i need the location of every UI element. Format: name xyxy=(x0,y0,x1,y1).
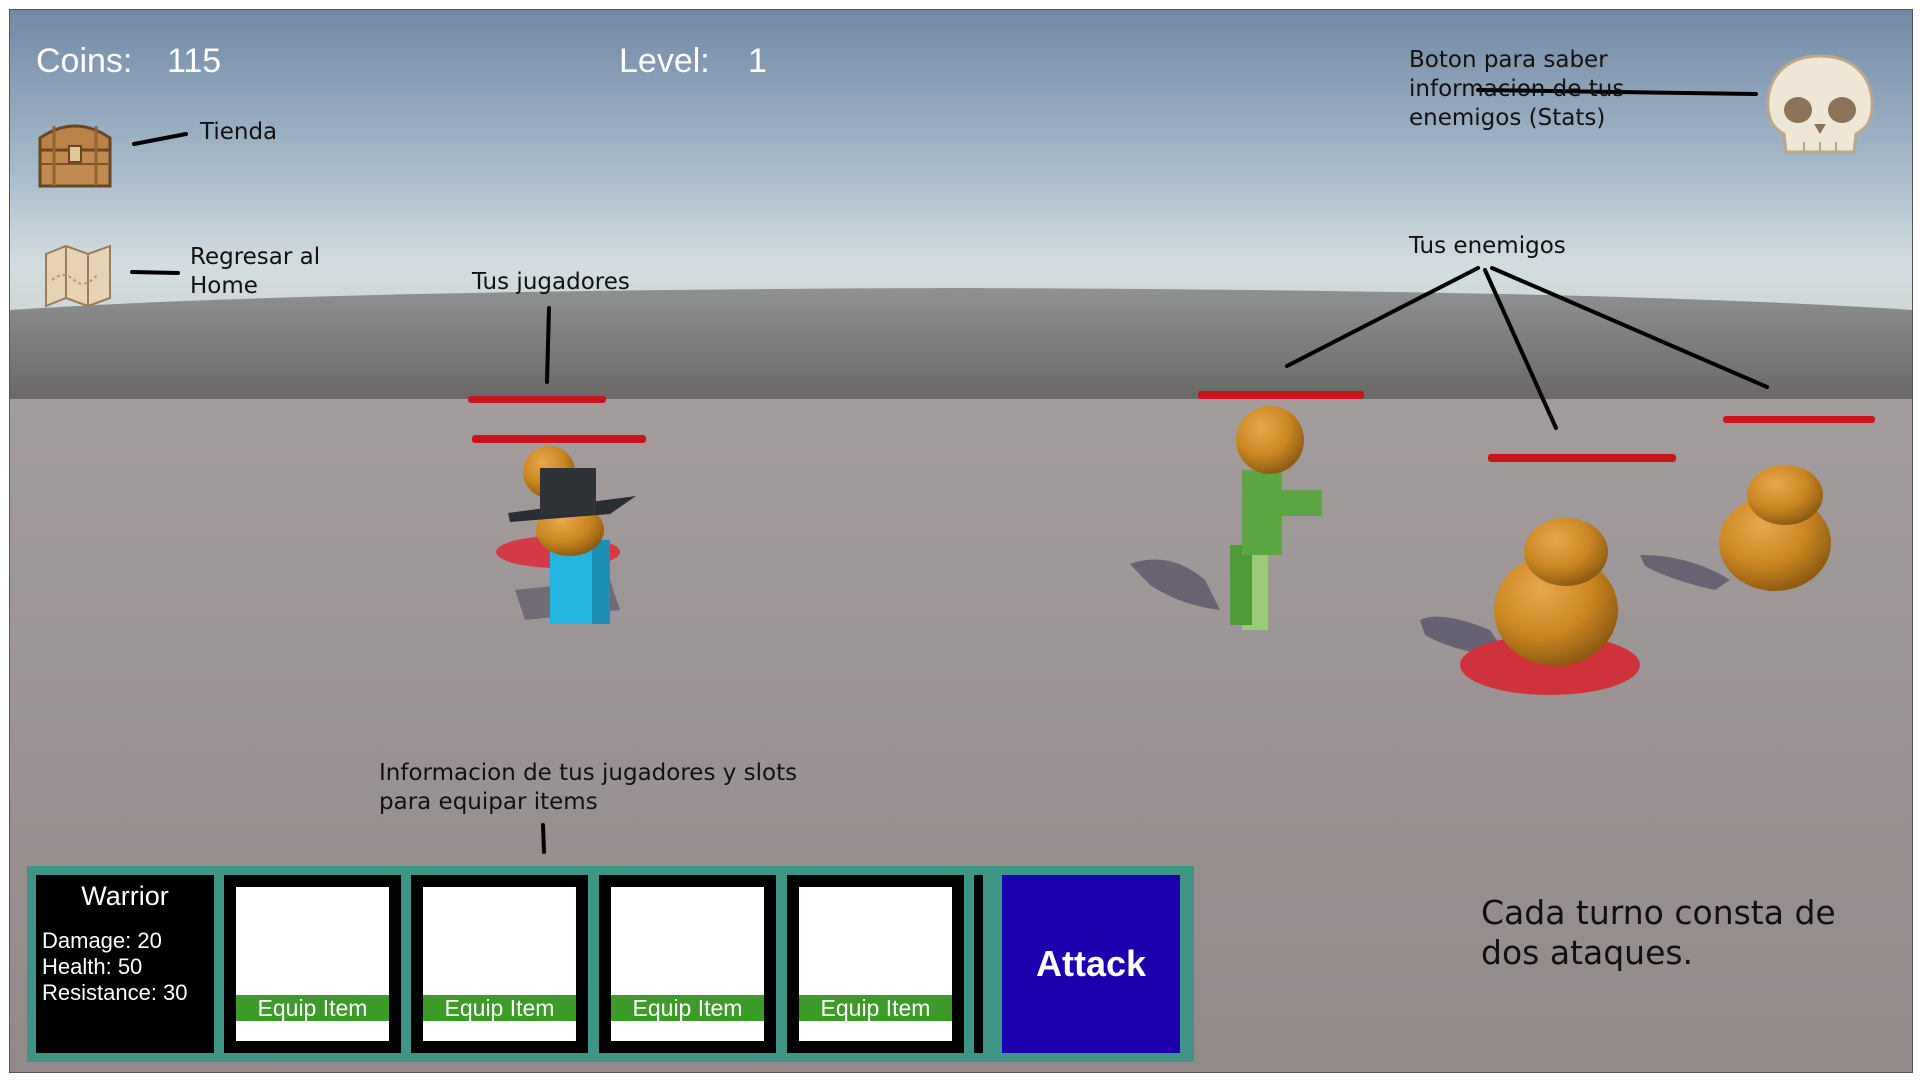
home-annotation: Regresar al Home xyxy=(190,244,321,299)
equip-item-button[interactable]: Equip Item xyxy=(611,995,764,1021)
panel-divider xyxy=(974,875,983,1053)
player-resistance: Resistance: 30 xyxy=(42,980,188,1005)
level-label: Level: xyxy=(619,42,710,80)
enemy-health-bar xyxy=(1723,416,1875,423)
coins-label: Coins: xyxy=(36,42,133,80)
enemies-annotation: Tus enemigos xyxy=(1409,233,1566,259)
item-slot[interactable]: Equip Item xyxy=(224,875,401,1053)
equip-item-button[interactable]: Equip Item xyxy=(236,995,389,1021)
player-health: Health: 50 xyxy=(42,954,143,979)
player-panel: Warrior Damage: 20 Health: 50 Resistance… xyxy=(27,866,1194,1062)
map-icon xyxy=(45,244,111,308)
item-slot[interactable]: Equip Item xyxy=(787,875,964,1053)
player-health-bar xyxy=(468,396,606,403)
equip-item-button[interactable]: Equip Item xyxy=(799,995,952,1021)
item-slot[interactable]: Equip Item xyxy=(411,875,588,1053)
shop-button[interactable] xyxy=(34,116,116,192)
treasure-chest-icon xyxy=(38,124,112,188)
level-value: 1 xyxy=(748,42,767,80)
skull-icon xyxy=(1766,54,1874,154)
player-info-card: Warrior Damage: 20 Health: 50 Resistance… xyxy=(36,875,214,1053)
game-viewport: Coins: 115 Level: 1 Tienda Regresar al H… xyxy=(9,9,1913,1073)
player-damage: Damage: 20 xyxy=(42,928,162,953)
item-slot[interactable]: Equip Item xyxy=(599,875,776,1053)
enemy-health-bar xyxy=(1488,454,1676,462)
coins-value: 115 xyxy=(167,42,222,80)
enemy-stats-button[interactable] xyxy=(1762,52,1878,158)
stats-annotation: Boton para saber informacion de tus enem… xyxy=(1409,47,1625,131)
player-class-name: Warrior xyxy=(81,881,169,911)
attack-button[interactable]: Attack xyxy=(1002,875,1180,1053)
player-health-bar xyxy=(472,435,646,443)
home-button[interactable] xyxy=(40,240,116,310)
players-annotation: Tus jugadores xyxy=(472,269,630,295)
shop-annotation: Tienda xyxy=(200,119,278,145)
equip-item-button[interactable]: Equip Item xyxy=(423,995,576,1021)
enemy-health-bar xyxy=(1198,391,1364,399)
slots-annotation: Informacion de tus jugadores y slots par… xyxy=(379,760,798,815)
turn-annotation: Cada turno consta de dos ataques. xyxy=(1481,893,1836,972)
